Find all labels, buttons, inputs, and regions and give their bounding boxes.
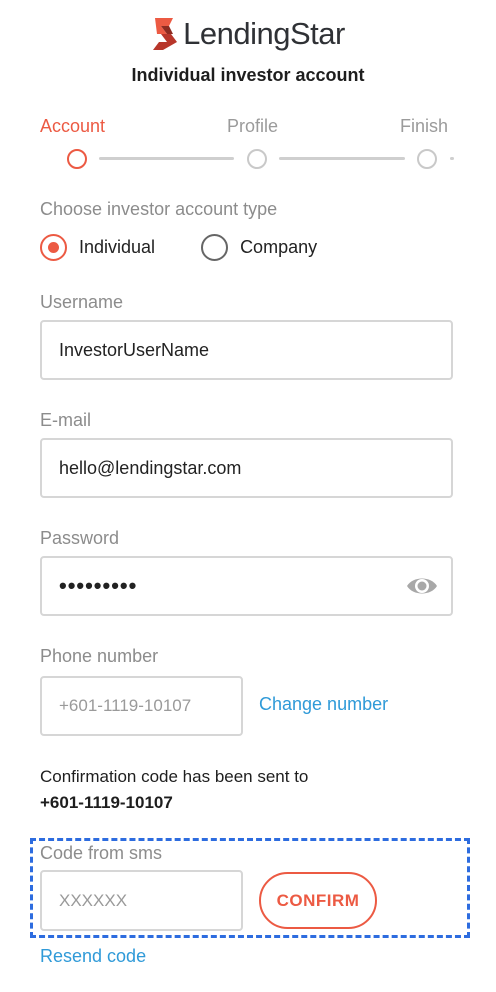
confirmation-message: Confirmation code has been sent to +601-… bbox=[40, 764, 308, 816]
radio-company[interactable]: Company bbox=[201, 234, 317, 261]
resend-code-link[interactable]: Resend code bbox=[40, 946, 146, 967]
sms-code-label: Code from sms bbox=[40, 843, 163, 863]
password-value: ••••••••• bbox=[59, 573, 138, 598]
username-input[interactable]: InvestorUserName bbox=[40, 320, 453, 380]
step-connector bbox=[279, 157, 405, 160]
account-type-radio-group: Individual Company bbox=[40, 234, 363, 261]
email-input[interactable]: hello@lendingstar.com bbox=[40, 438, 453, 498]
step-account-label: Account bbox=[40, 116, 106, 136]
step-account-indicator bbox=[67, 149, 87, 169]
brand-logo: LendingStar bbox=[0, 16, 496, 52]
phone-input[interactable]: +601-1119-10107 bbox=[40, 676, 243, 736]
step-profile-indicator bbox=[247, 149, 267, 169]
password-input[interactable]: ••••••••• bbox=[40, 556, 453, 616]
change-number-link[interactable]: Change number bbox=[259, 694, 388, 715]
sms-code-input[interactable]: XXXXXX bbox=[40, 870, 243, 931]
radio-checked-icon[interactable] bbox=[40, 234, 67, 261]
confirmation-text: Confirmation code has been sent to bbox=[40, 767, 309, 786]
radio-individual-label: Individual bbox=[79, 237, 156, 257]
phone-label: Phone number bbox=[40, 646, 159, 666]
account-type-label: Choose investor account type bbox=[40, 199, 278, 219]
step-profile-label: Profile bbox=[227, 116, 279, 136]
progress-stepper: Account Profile Finish bbox=[40, 116, 496, 176]
step-connector bbox=[99, 157, 234, 160]
step-connector bbox=[450, 157, 454, 160]
eye-icon[interactable] bbox=[405, 573, 439, 599]
radio-company-label: Company bbox=[240, 237, 318, 257]
confirm-button[interactable]: CONFIRM bbox=[259, 872, 377, 929]
step-finish-label: Finish bbox=[400, 116, 449, 136]
page-title: Individual investor account bbox=[131, 65, 365, 85]
radio-individual[interactable]: Individual bbox=[40, 234, 155, 261]
password-label: Password bbox=[40, 528, 120, 548]
brand-name: LendingStar bbox=[183, 16, 345, 51]
confirmation-phone: +601-1119-10107 bbox=[40, 793, 173, 812]
lendingstar-logo-icon bbox=[153, 18, 178, 50]
step-finish-indicator bbox=[417, 149, 437, 169]
radio-unchecked-icon[interactable] bbox=[201, 234, 229, 261]
email-label: E-mail bbox=[40, 410, 92, 430]
username-label: Username bbox=[40, 292, 124, 312]
